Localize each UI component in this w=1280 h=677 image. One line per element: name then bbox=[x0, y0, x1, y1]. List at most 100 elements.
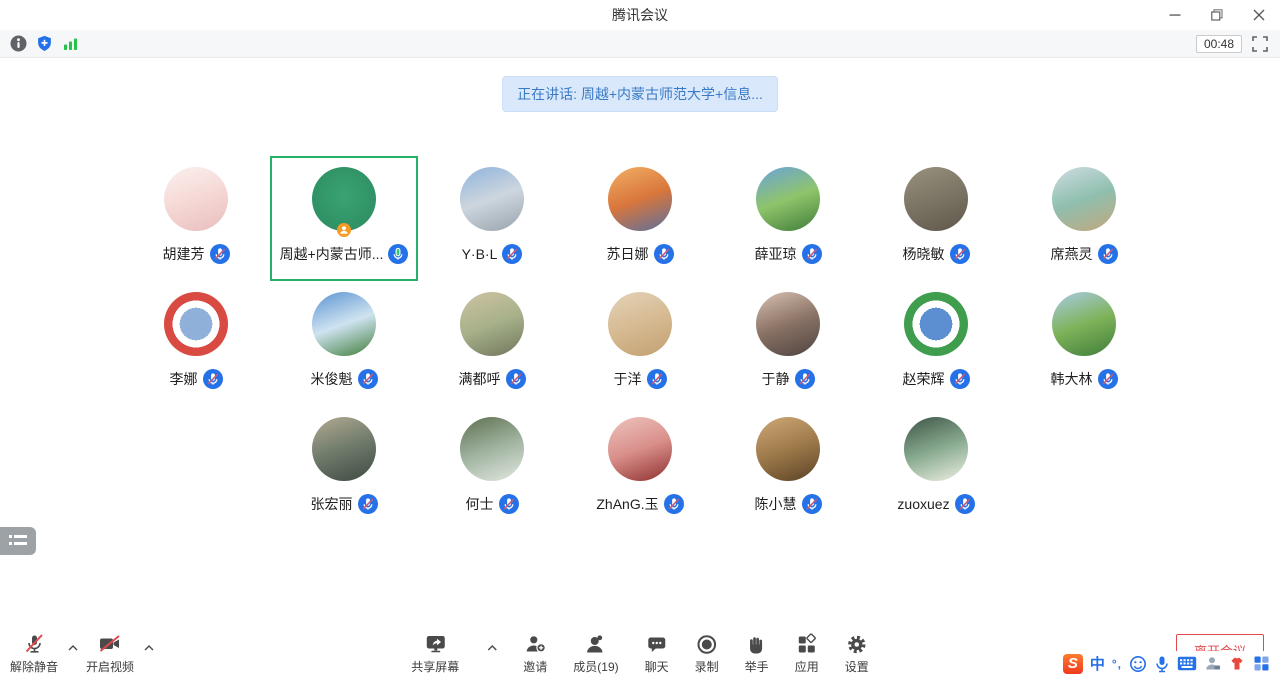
avatar-wrap bbox=[904, 167, 968, 231]
participant-tile[interactable]: 张宏丽 bbox=[270, 406, 418, 531]
participant-tile[interactable]: 杨晓敏 bbox=[862, 156, 1010, 281]
participant-tile[interactable]: 韩大林 bbox=[1010, 281, 1158, 406]
participant-name: 周越+内蒙古师... bbox=[280, 244, 384, 264]
avatar-wrap bbox=[756, 417, 820, 481]
name-row: 于洋 bbox=[614, 369, 667, 389]
participant-name: 韩大林 bbox=[1051, 369, 1093, 389]
participant-name: 苏日娜 bbox=[607, 244, 649, 264]
apps-button[interactable]: 应用 bbox=[795, 632, 819, 675]
participant-name: 米俊魁 bbox=[311, 369, 353, 389]
mic-muted-status-icon bbox=[502, 244, 522, 264]
ime-account-icon[interactable] bbox=[1204, 655, 1221, 672]
bottom-toolbar: 解除静音 开启视频 共享屏幕 bbox=[0, 629, 1280, 677]
mute-options-chevron[interactable] bbox=[68, 638, 78, 656]
name-row: zuoxuez bbox=[897, 494, 974, 514]
name-row: ZhAnG.玉 bbox=[596, 494, 683, 514]
name-row: 薛亚琼 bbox=[755, 244, 822, 264]
participant-tile[interactable]: 赵荣辉 bbox=[862, 281, 1010, 406]
window-controls bbox=[1154, 0, 1280, 30]
avatar-wrap bbox=[608, 417, 672, 481]
participant-name: 于洋 bbox=[614, 369, 642, 389]
speaking-banner: 正在讲话: 周越+内蒙古师范大学+信息... bbox=[502, 76, 778, 112]
ime-language-toggle[interactable]: 中 bbox=[1090, 653, 1105, 674]
video-options-chevron[interactable] bbox=[144, 638, 154, 656]
minimize-icon bbox=[1169, 9, 1181, 21]
mic-muted-icon bbox=[22, 632, 46, 656]
avatar bbox=[756, 417, 820, 481]
restore-button[interactable] bbox=[1196, 0, 1238, 30]
members-button[interactable]: 成员(19) bbox=[573, 632, 618, 675]
ime-keyboard-icon[interactable] bbox=[1177, 656, 1197, 671]
participant-tile[interactable]: 胡建芳 bbox=[122, 156, 270, 281]
ime-toolbar: S 中 °, bbox=[1059, 651, 1274, 676]
participant-tile[interactable]: 席燕灵 bbox=[1010, 156, 1158, 281]
participant-tile[interactable]: Y·B·L bbox=[418, 156, 566, 281]
start-video-button[interactable]: 开启视频 bbox=[86, 632, 134, 675]
participant-tile[interactable]: 薛亚琼 bbox=[714, 156, 862, 281]
ime-punctuation-toggle[interactable]: °, bbox=[1112, 657, 1122, 671]
layout-switch-button[interactable] bbox=[0, 527, 36, 555]
raise-hand-button[interactable]: 举手 bbox=[745, 632, 769, 675]
security-shield-icon[interactable] bbox=[36, 35, 53, 52]
minimize-button[interactable] bbox=[1154, 0, 1196, 30]
participant-tile[interactable]: ZhAnG.玉 bbox=[566, 406, 714, 531]
participant-tile[interactable]: 陈小慧 bbox=[714, 406, 862, 531]
mic-active-status-icon bbox=[388, 244, 408, 264]
title-bar: 腾讯会议 bbox=[0, 0, 1280, 30]
ime-skin-icon[interactable] bbox=[1228, 655, 1246, 672]
participant-tile[interactable]: 米俊魁 bbox=[270, 281, 418, 406]
name-row: 席燕灵 bbox=[1051, 244, 1118, 264]
mic-muted-status-icon bbox=[203, 369, 223, 389]
share-options-chevron[interactable] bbox=[487, 638, 497, 656]
avatar-wrap bbox=[608, 167, 672, 231]
name-row: 周越+内蒙古师... bbox=[280, 244, 409, 264]
avatar-wrap bbox=[460, 417, 524, 481]
participant-tile[interactable]: 满都呼 bbox=[418, 281, 566, 406]
participant-tile[interactable]: 于洋 bbox=[566, 281, 714, 406]
share-screen-button[interactable]: 共享屏幕 bbox=[411, 632, 459, 675]
participant-tile[interactable]: 周越+内蒙古师... bbox=[270, 156, 418, 281]
close-icon bbox=[1253, 9, 1265, 21]
ime-logo-icon[interactable]: S bbox=[1063, 654, 1083, 674]
avatar bbox=[608, 292, 672, 356]
avatar-wrap bbox=[1052, 167, 1116, 231]
network-signal-icon[interactable] bbox=[62, 35, 79, 52]
participant-tile[interactable]: 苏日娜 bbox=[566, 156, 714, 281]
toolbar-left-group: 解除静音 开启视频 bbox=[10, 632, 154, 675]
mic-muted-status-icon bbox=[802, 494, 822, 514]
meeting-info-icon[interactable] bbox=[10, 35, 27, 52]
unmute-button[interactable]: 解除静音 bbox=[10, 632, 58, 675]
settings-button[interactable]: 设置 bbox=[845, 632, 869, 675]
chat-button[interactable]: 聊天 bbox=[645, 632, 669, 675]
participant-tile[interactable]: 何士 bbox=[418, 406, 566, 531]
mic-muted-status-icon bbox=[358, 369, 378, 389]
avatar bbox=[756, 292, 820, 356]
participant-tile[interactable]: 李娜 bbox=[122, 281, 270, 406]
participant-grid: 胡建芳 周越+内蒙古师... Y·B·L 苏日娜 薛亚琼 杨晓敏 bbox=[0, 156, 1280, 531]
participant-tile[interactable]: 于静 bbox=[714, 281, 862, 406]
settings-label: 设置 bbox=[845, 658, 869, 675]
close-button[interactable] bbox=[1238, 0, 1280, 30]
avatar-wrap bbox=[1052, 292, 1116, 356]
window-title: 腾讯会议 bbox=[612, 5, 668, 25]
ime-voice-icon[interactable] bbox=[1154, 655, 1170, 673]
avatar bbox=[312, 167, 376, 231]
avatar bbox=[1052, 167, 1116, 231]
participant-name: 张宏丽 bbox=[311, 494, 353, 514]
fullscreen-icon[interactable] bbox=[1252, 36, 1268, 52]
chat-bubble-icon bbox=[645, 632, 668, 656]
avatar bbox=[904, 417, 968, 481]
avatar bbox=[608, 417, 672, 481]
raise-hand-label: 举手 bbox=[745, 658, 769, 675]
record-button[interactable]: 录制 bbox=[695, 632, 719, 675]
avatar-wrap bbox=[164, 167, 228, 231]
invite-button[interactable]: 邀请 bbox=[523, 632, 547, 675]
record-label: 录制 bbox=[695, 658, 719, 675]
participant-tile[interactable]: zuoxuez bbox=[862, 406, 1010, 531]
participant-name: Y·B·L bbox=[462, 246, 498, 262]
participant-name: 胡建芳 bbox=[163, 244, 205, 264]
ime-emoji-icon[interactable] bbox=[1129, 655, 1147, 673]
ime-toolbox-icon[interactable] bbox=[1253, 655, 1270, 672]
meeting-window: 腾讯会议 00:48 正在讲话: 周越+内蒙古师范大学+信息... 胡建芳 bbox=[0, 0, 1280, 677]
avatar-wrap bbox=[460, 292, 524, 356]
